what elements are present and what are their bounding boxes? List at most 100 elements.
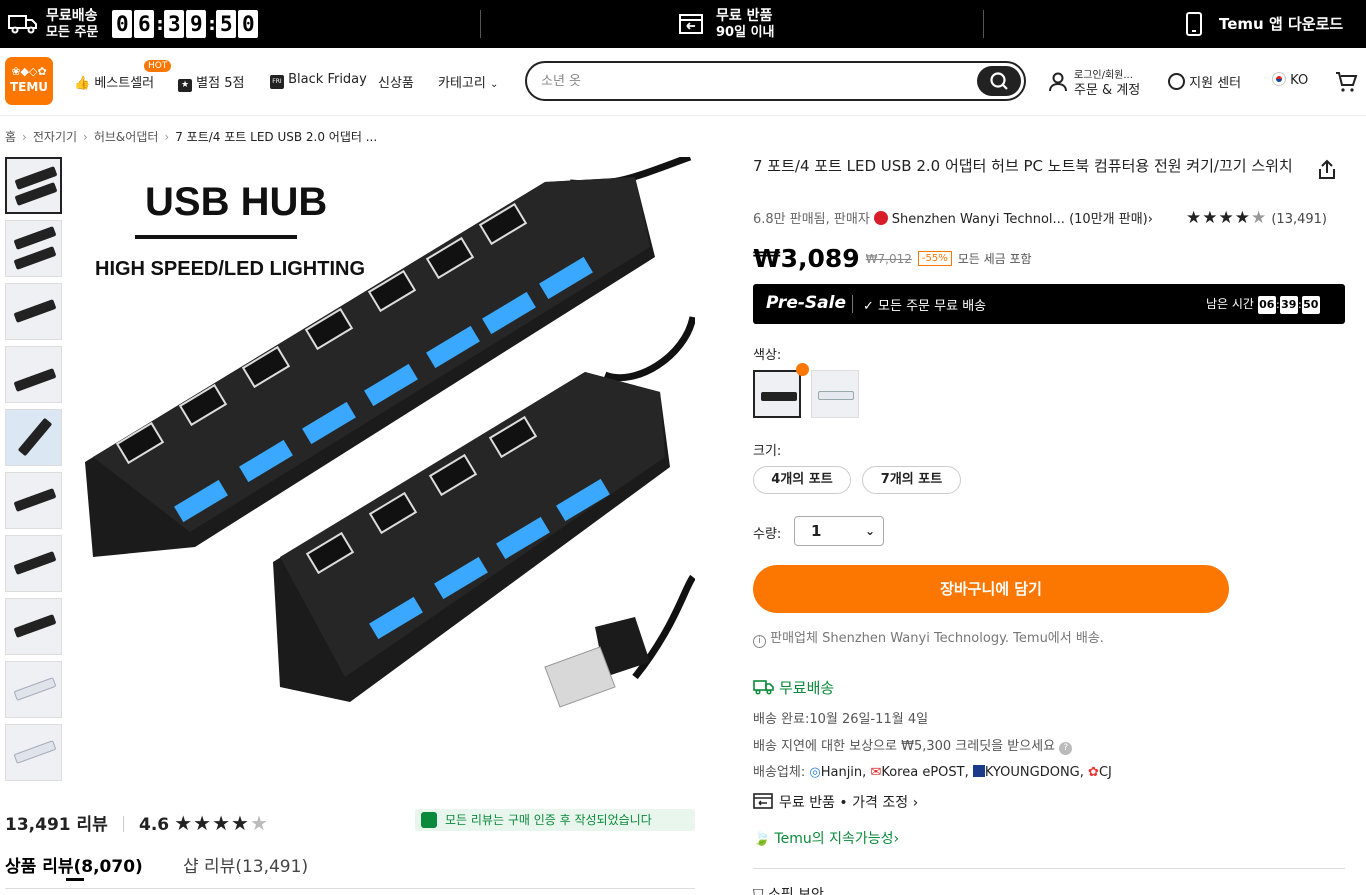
shopping-security-row[interactable]: ⛉ 소핑 보안 [753,884,824,895]
quantity-label: 수량: [753,527,782,542]
thumbnail-image[interactable] [5,409,62,466]
friday-tag-icon: FRI [270,75,284,89]
free-shipping-promo[interactable]: 무료배송 모든 주문 06:39:50 [8,0,260,48]
shield-icon: ⛉ [753,887,768,895]
quantity-value: 1 [811,522,822,540]
countdown-digit: 0 [238,10,259,38]
color-swatch-white[interactable] [811,370,859,418]
seller-note: i 판매업체 Shenzhen Wanyi Technology. Temu에서… [753,627,1104,648]
remaining-hours: 06 [1257,296,1276,314]
chevron-right-icon: › [22,130,27,144]
search-button[interactable] [977,66,1021,96]
presale-shipping: ✓ 모든 주문 무료 배송 [863,295,986,314]
original-price: ₩7,012 [865,251,912,266]
search-input[interactable] [541,71,961,91]
carrier-hanjin: Hanjin, [820,765,867,780]
add-to-cart-button[interactable]: 장바구니에 담기 [753,565,1229,613]
korea-flag-icon [1272,72,1286,86]
carriers-label: 배송업체: [753,765,806,780]
thumbnail-image[interactable] [5,724,62,781]
presale-banner: Pre-Sale ✓ 모든 주문 무료 배송 남은 시간 06:39:50 [753,284,1345,324]
promo-top-bar: 무료배송 모든 주문 06:39:50 무료 반품 90일 이내 Temu 앱 … [0,0,1366,48]
review-summary: 13,491 리뷰 4.6 ★★★★★ [5,810,269,835]
support-center-link[interactable]: 지원 센터 [1168,72,1241,91]
breadcrumb-electronics[interactable]: 전자기기 [33,130,77,144]
breadcrumb-home[interactable]: 홈 [5,130,16,144]
size-option-7-port[interactable]: 7개의 포트 [862,466,961,494]
carrier-cj: CJ [1098,765,1112,780]
delay-credit-text: 배송 지연에 대한 보상으로 ₩5,300 크레딧을 받으세요 [753,739,1056,754]
chevron-down-icon: ⌄ [489,79,499,90]
free-return-price-adjust[interactable]: 무료 반품 • 가격 조정 › [753,792,918,812]
thumbnail-image[interactable] [5,157,62,214]
thumbs-up-icon: 👍 [74,76,91,91]
remaining-timer: 남은 시간 06:39:50 [1206,295,1320,314]
section-divider [753,868,1345,869]
delivery-date: 배송 완료:10월 26일-11월 4일 [753,708,928,727]
breadcrumb-current: 7 포트/4 포트 LED USB 2.0 어댑터 ... [175,130,378,144]
thumbnail-image[interactable] [5,220,62,277]
sustainability-text: Temu의 지속가능성 [774,831,894,847]
nav-category-label: 카테고리 [438,76,486,91]
tab-shop-reviews[interactable]: 샵 리뷰(13,491) [183,852,308,877]
tab-product-reviews[interactable]: 상품 리뷰(8,070) [5,852,143,877]
nav-category[interactable]: 카테고리 ⌄ [438,72,498,91]
logo-text: TEMU [9,80,49,94]
product-rating[interactable]: ★★★★★ (13,491) [1186,208,1327,228]
thumbnail-image[interactable] [5,661,62,718]
discount-badge: -55% [917,251,952,266]
share-icon[interactable] [1315,158,1339,182]
thumbnail-image[interactable] [5,346,62,403]
free-return-promo[interactable]: 무료 반품 90일 이내 [678,0,775,48]
hot-flame-icon [796,363,809,376]
nav-black-friday-label: Black Friday [288,72,367,87]
language-label: KO [1290,73,1309,88]
remaining-minutes: 39 [1279,296,1298,314]
nav-bestseller[interactable]: 👍 베스트셀러 HOT [74,60,172,91]
truck-icon [753,680,774,695]
chevron-right-icon: › [912,795,919,811]
delivery-date-text: 배송 완료:10월 26일-11월 4일 [753,712,929,727]
color-swatch-black[interactable] [753,370,801,418]
thumbnail-image[interactable] [5,283,62,340]
product-title: 7 포트/4 포트 LED USB 2.0 어댑터 허브 PC 노트북 컴퓨터용… [753,157,1293,175]
chevron-right-icon: › [164,130,170,144]
carrier-epost: Korea ePOST, [881,765,969,780]
chevron-right-icon: › [1147,212,1153,227]
main-product-image[interactable]: USB HUB HIGH SPEED/LED LIGHTING [75,153,697,777]
nav-bestseller-label: 베스트셀러 [94,76,155,91]
info-icon: i [753,635,766,648]
thumbnail-image[interactable] [5,535,62,592]
nav-five-star[interactable]: ★ 별점 5점 [178,72,244,92]
cart-icon[interactable] [1334,70,1358,94]
thumbnail-image[interactable] [5,472,62,529]
cj-logo-icon: ✿ [1088,765,1099,780]
seller-name[interactable]: Shenzhen Wanyi Technol... [892,212,1065,227]
price-row: ₩3,089 ₩7,012 -55% 모든 세금 포함 [753,244,1032,273]
chevron-right-icon: › [83,130,88,144]
thumbnail-list [5,157,62,787]
countdown-digit: 3 [164,10,185,38]
language-selector[interactable]: KO [1272,72,1308,88]
thumbnail-image[interactable] [5,598,62,655]
sustainability-link[interactable]: 🍃 Temu의 지속가능성› [753,828,899,848]
delay-credit: 배송 지연에 대한 보상으로 ₩5,300 크레딧을 받으세요 ? [753,735,1073,755]
nav-new-arrivals[interactable]: 신상품 [378,72,414,91]
image-subtitle-text: HIGH SPEED/LED LIGHTING [95,258,365,280]
logo-mark-icon: ❀◆◇✿ [11,65,47,78]
chevron-right-icon: › [893,831,900,847]
seller-sales: (10만개 판매) [1069,212,1148,227]
nav-black-friday[interactable]: FRI Black Friday [270,72,367,89]
verified-note-text: 모든 리뷰는 구매 인증 후 작성되었습니다 [445,813,652,827]
size-option-4-port[interactable]: 4개의 포트 [753,466,851,494]
app-download-link[interactable]: Temu 앱 다운로드 [1184,0,1343,48]
epost-logo-icon: ✉ [870,765,882,780]
seller-note-text: 판매업체 Shenzhen Wanyi Technology. Temu에서 배… [770,631,1104,646]
breadcrumb-hubs[interactable]: 허브&어댑터 [94,130,159,144]
temu-logo[interactable]: ❀◆◇✿ TEMU [5,57,53,105]
review-score: 4.6 [139,815,170,835]
help-icon[interactable]: ? [1059,742,1073,755]
countdown-digit: 5 [216,10,237,38]
user-icon [1049,72,1067,92]
quantity-select[interactable]: 1 ⌄ [794,516,884,546]
